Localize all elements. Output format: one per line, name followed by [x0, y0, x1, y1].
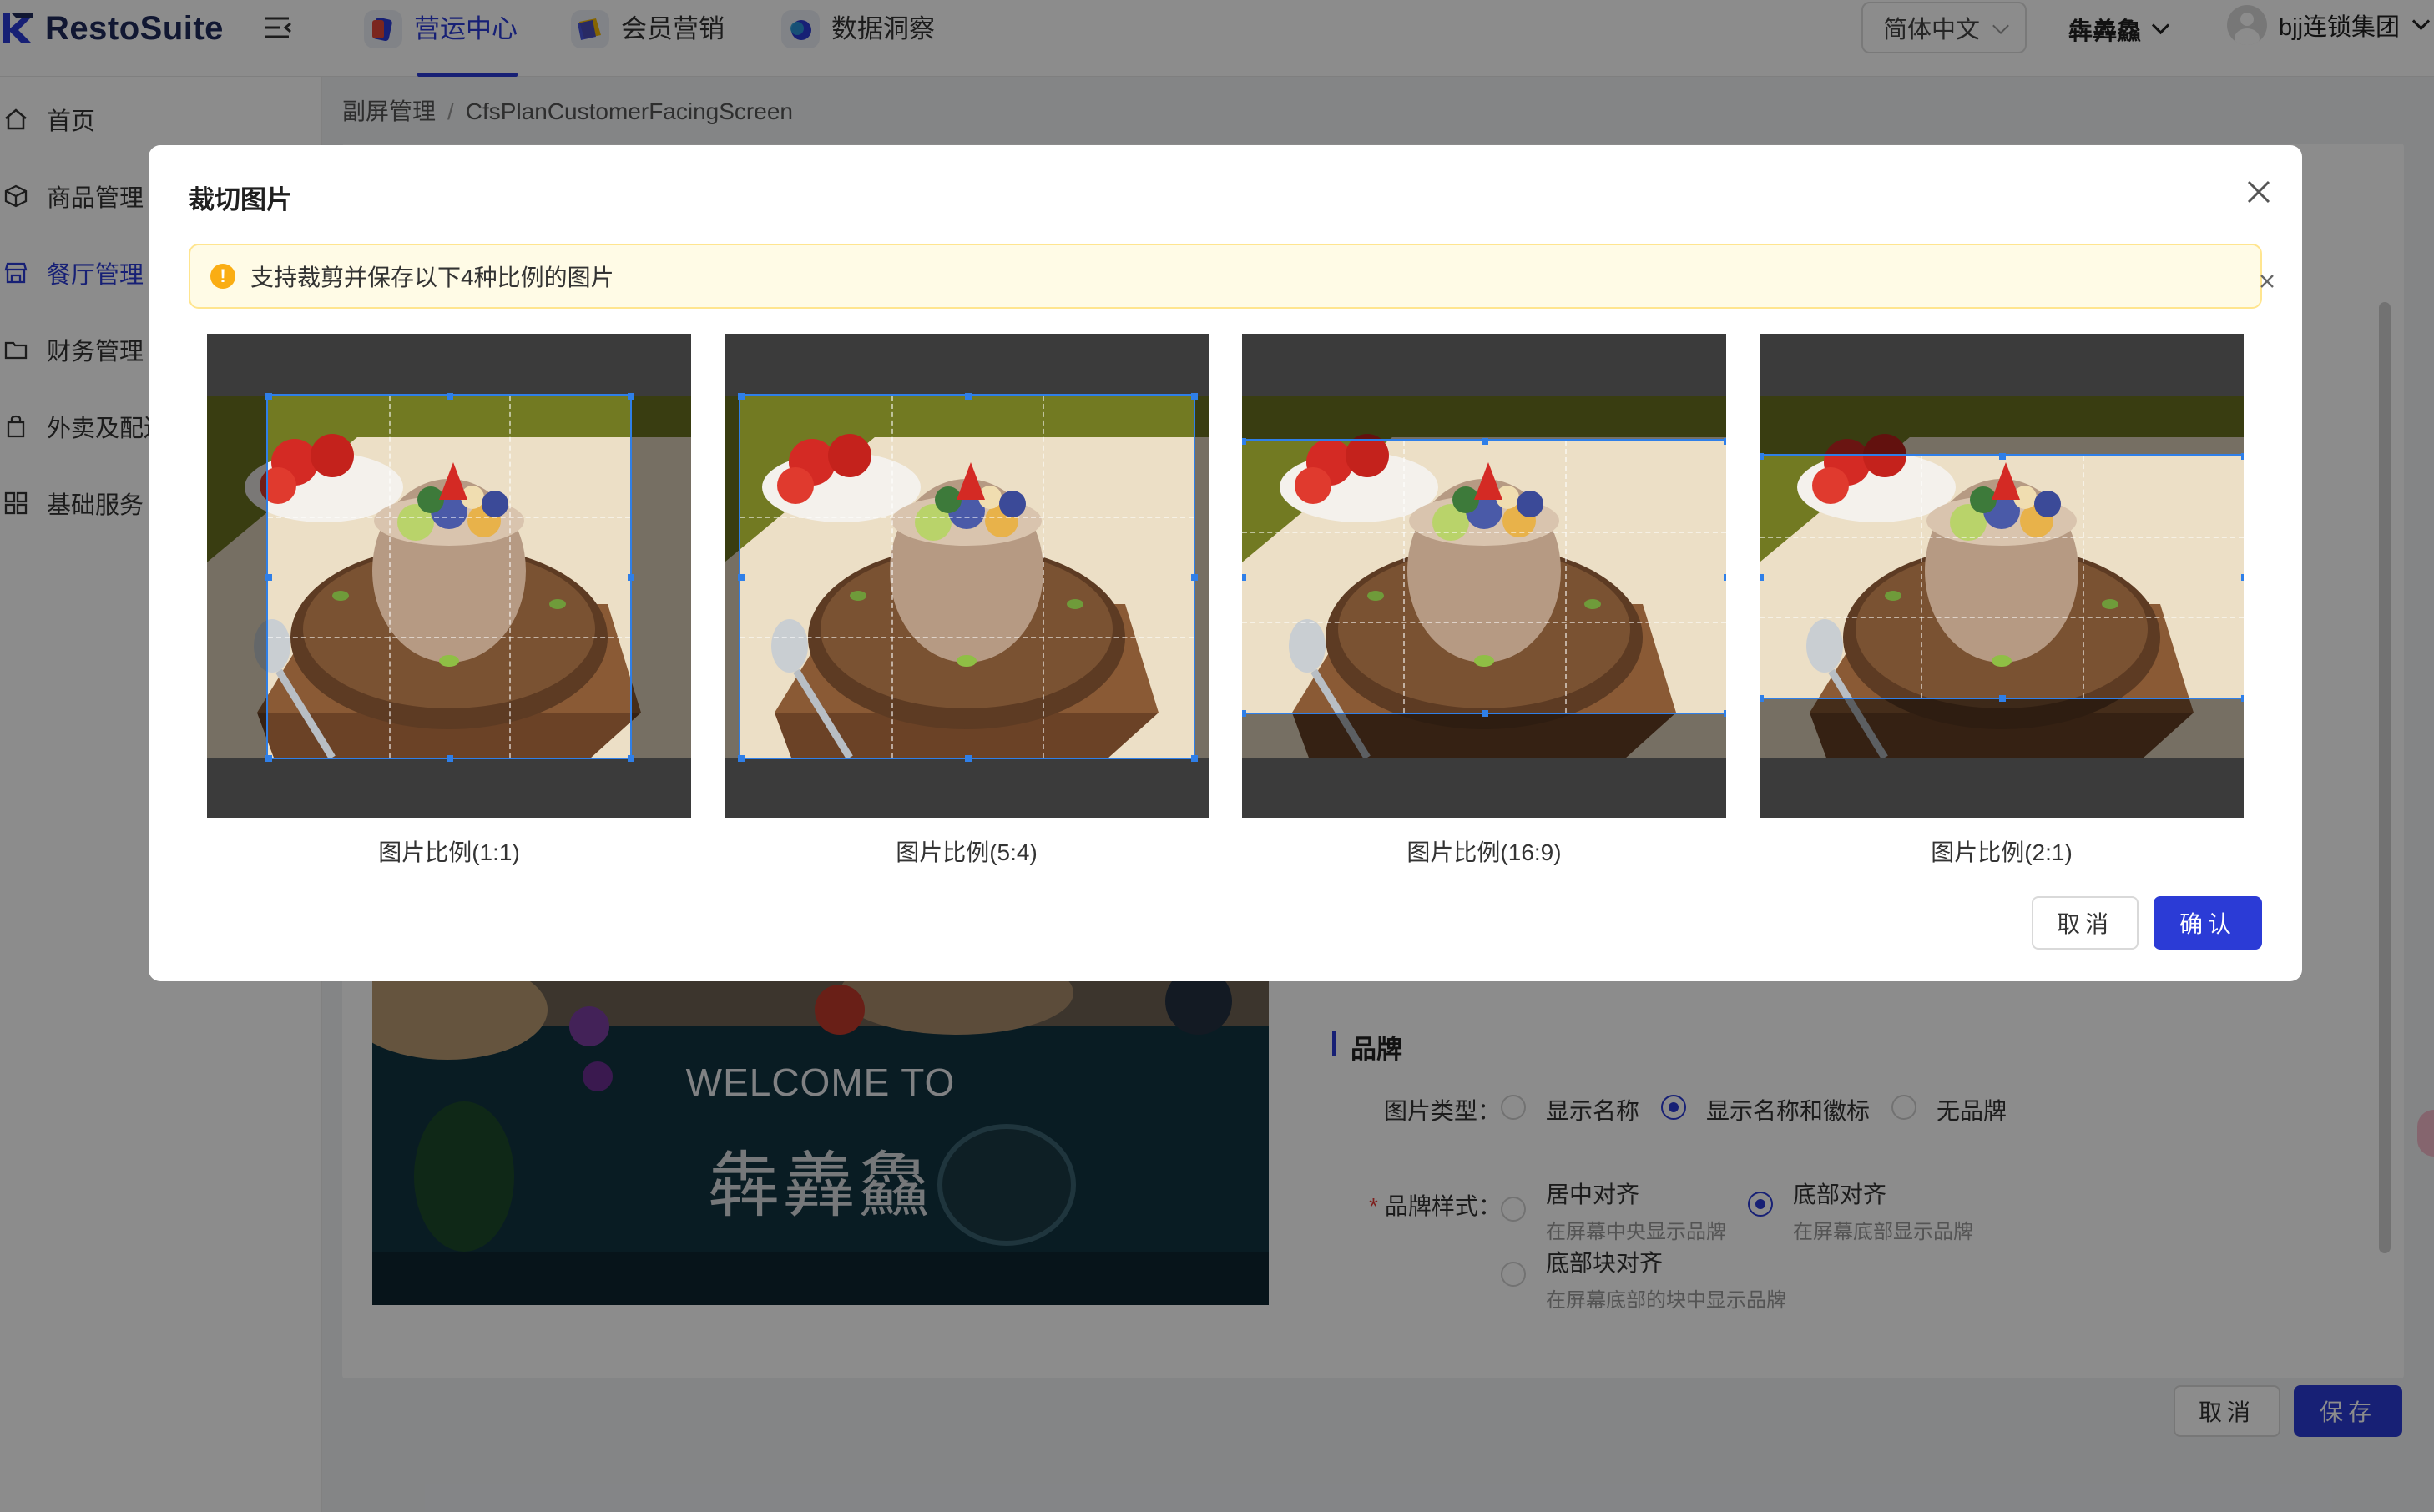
- crop-resize-handle[interactable]: [1724, 710, 1726, 717]
- crop-guide-line: [891, 396, 893, 758]
- crop-preview-area[interactable]: [207, 334, 691, 818]
- crop-resize-handle[interactable]: [1999, 453, 2006, 460]
- close-icon[interactable]: [2244, 177, 2274, 207]
- crop-mask: [1760, 334, 2244, 456]
- crop-guide-line: [740, 637, 1194, 638]
- crop-item-1-1: 图片比例(1:1): [207, 334, 691, 868]
- crop-resize-handle[interactable]: [447, 755, 453, 762]
- crop-selection-frame[interactable]: [265, 393, 634, 762]
- crop-resize-handle[interactable]: [1482, 438, 1488, 445]
- crop-guide-line: [268, 637, 630, 638]
- crop-guide-line: [1242, 532, 1726, 533]
- crop-image-modal: 裁切图片 ! 支持裁剪并保存以下4种比例的图片 图片比例(1:1) 图片比例(5…: [149, 145, 2302, 981]
- info-alert: ! 支持裁剪并保存以下4种比例的图片: [189, 244, 2274, 309]
- crop-mask: [1242, 334, 1726, 441]
- crop-guide-line: [268, 517, 630, 518]
- crop-resize-handle[interactable]: [628, 393, 634, 400]
- crop-item-16-9: 图片比例(16:9): [1242, 334, 1726, 868]
- crop-guide-line: [1403, 441, 1405, 713]
- crop-resize-handle[interactable]: [1760, 695, 1764, 702]
- crop-resize-handle[interactable]: [628, 755, 634, 762]
- crop-item-2-1: 图片比例(2:1): [1760, 334, 2244, 868]
- warning-icon: !: [210, 264, 235, 289]
- crop-mask: [725, 758, 1209, 818]
- crop-guide-line: [389, 396, 391, 758]
- crop-resize-handle[interactable]: [1724, 574, 1726, 581]
- modal-title: 裁切图片: [189, 185, 292, 214]
- crop-resize-handle[interactable]: [1242, 710, 1246, 717]
- crop-mask: [630, 396, 691, 758]
- crop-guide-line: [1043, 396, 1044, 758]
- crop-resize-handle[interactable]: [2241, 695, 2244, 702]
- crop-resize-handle[interactable]: [265, 755, 272, 762]
- crop-guide-line: [1921, 456, 1922, 698]
- crop-resize-handle[interactable]: [1191, 574, 1198, 581]
- crop-mask: [207, 758, 691, 818]
- crop-ratio-label: 图片比例(2:1): [1931, 839, 2073, 865]
- crop-mask: [207, 396, 268, 758]
- crop-guide-line: [1242, 622, 1726, 623]
- crop-preview-area[interactable]: [1242, 334, 1726, 818]
- crop-guide-line: [740, 517, 1194, 518]
- crop-item-5-4: 图片比例(5:4): [725, 334, 1209, 868]
- crop-resize-handle[interactable]: [447, 393, 453, 400]
- crop-guide-line: [1760, 537, 2244, 538]
- modal-confirm-button[interactable]: 确认: [2154, 896, 2262, 950]
- crop-resize-handle[interactable]: [964, 755, 972, 762]
- alert-text: 支持裁剪并保存以下4种比例的图片: [250, 265, 614, 290]
- crop-resize-handle[interactable]: [1191, 393, 1198, 400]
- crop-guide-line: [1760, 617, 2244, 618]
- crop-resize-handle[interactable]: [738, 574, 745, 581]
- crop-resize-handle[interactable]: [738, 393, 745, 400]
- crop-resize-handle[interactable]: [964, 393, 972, 400]
- crop-guide-line: [509, 396, 511, 758]
- crop-selection-frame[interactable]: [738, 393, 1198, 762]
- crop-ratio-label: 图片比例(1:1): [378, 839, 520, 865]
- crop-resize-handle[interactable]: [1191, 755, 1198, 762]
- crop-resize-handle[interactable]: [1724, 438, 1726, 445]
- crop-resize-handle[interactable]: [265, 393, 272, 400]
- crop-mask: [207, 334, 691, 396]
- crop-preview-area[interactable]: [1760, 334, 2244, 818]
- crop-mask: [1242, 713, 1726, 818]
- crop-mask: [1760, 698, 2244, 818]
- crop-resize-handle[interactable]: [738, 755, 745, 762]
- crop-resize-handle[interactable]: [1760, 453, 1764, 460]
- crop-guide-line: [2083, 456, 2084, 698]
- crop-resize-handle[interactable]: [628, 574, 634, 581]
- crop-resize-handle[interactable]: [1760, 574, 1764, 581]
- crop-guide-line: [1565, 441, 1567, 713]
- crop-selection-frame[interactable]: [1242, 438, 1726, 717]
- crop-resize-handle[interactable]: [1999, 695, 2006, 702]
- crop-ratio-label: 图片比例(16:9): [1406, 839, 1562, 865]
- crop-resize-handle[interactable]: [2241, 574, 2244, 581]
- modal-cancel-button[interactable]: 取消: [2032, 896, 2139, 950]
- crop-resize-handle[interactable]: [265, 574, 272, 581]
- crop-mask: [725, 334, 1209, 396]
- crop-resize-handle[interactable]: [1482, 710, 1488, 717]
- crop-selection-frame[interactable]: [1760, 453, 2244, 702]
- crop-ratio-label: 图片比例(5:4): [896, 839, 1038, 865]
- crop-resize-handle[interactable]: [2241, 453, 2244, 460]
- crop-preview-area[interactable]: [725, 334, 1209, 818]
- crop-resize-handle[interactable]: [1242, 574, 1246, 581]
- crop-resize-handle[interactable]: [1242, 438, 1246, 445]
- alert-close-icon[interactable]: [2259, 269, 2275, 288]
